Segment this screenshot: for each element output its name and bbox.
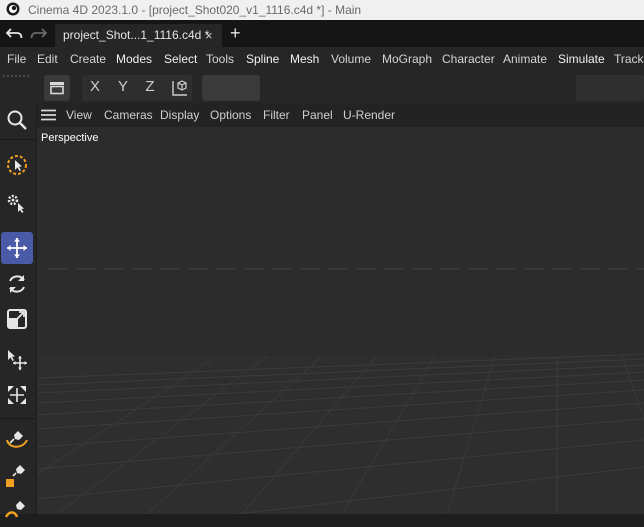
menu-mesh[interactable]: Mesh (290, 47, 319, 72)
viewport-menu-filter[interactable]: Filter (263, 103, 290, 127)
menu-animate[interactable]: Animate (503, 47, 547, 72)
spline-sketch-tool-button[interactable] (1, 459, 33, 491)
tool-divider-2 (0, 418, 36, 419)
scale-transform-tool-button[interactable] (1, 379, 33, 411)
search-tool-button[interactable] (1, 104, 33, 136)
cinema4d-logo-icon (6, 2, 20, 16)
title-bar: Cinema 4D 2023.1.0 - [project_Shot020_v1… (0, 0, 644, 20)
axis-z-button[interactable]: Z (139, 75, 161, 99)
toolbar-grip-icon[interactable] (2, 74, 32, 80)
layout-icon (50, 82, 64, 95)
gear-cursor-icon (7, 194, 24, 213)
spline-arc-tool-button[interactable] (1, 495, 33, 527)
viewport-menu-cameras[interactable]: Cameras (104, 103, 153, 127)
scale-tool-button[interactable] (1, 303, 33, 335)
pen-spline-icon (6, 431, 28, 448)
axis-x-button[interactable]: X (84, 75, 106, 99)
live-selection-tool-button[interactable] (1, 149, 33, 181)
document-tab[interactable]: project_Shot...1_1116.c4d * × (55, 24, 222, 47)
move-tool-button[interactable] (1, 232, 33, 264)
menu-tracker[interactable]: Tracker (614, 47, 644, 72)
menu-file[interactable]: File (7, 47, 26, 72)
hamburger-menu-icon[interactable] (41, 109, 56, 121)
rotate-tool-button[interactable] (1, 268, 33, 300)
viewport-camera-label[interactable]: Perspective (41, 132, 98, 144)
menu-spline[interactable]: Spline (246, 47, 279, 72)
move-arrows-icon (7, 238, 27, 258)
move-tool-options-button[interactable] (1, 187, 33, 219)
viewport-menu-options[interactable]: Options (210, 103, 251, 127)
scale-icon (7, 309, 27, 329)
menu-tools[interactable]: Tools (206, 47, 234, 72)
rotate-icon (9, 275, 25, 293)
pen-point-icon (6, 465, 25, 487)
scale-arrows-icon (8, 386, 26, 404)
viewport-menu-view[interactable]: View (66, 103, 92, 127)
window-title: Cinema 4D 2023.1.0 - [project_Shot020_v1… (28, 3, 362, 17)
new-tab-icon[interactable]: + (230, 20, 241, 47)
transform-tool-button[interactable] (1, 343, 33, 375)
live-selection-icon (7, 155, 27, 175)
close-tab-icon[interactable]: × (205, 24, 213, 47)
render-buttons-group (202, 75, 260, 101)
mode-buttons-group (576, 75, 644, 101)
menu-mograph[interactable]: MoGraph (382, 47, 432, 72)
viewport-panel: View Cameras Display Options Filter Pane… (37, 103, 644, 514)
tool-divider (0, 139, 36, 140)
floor-grid (37, 127, 644, 514)
menu-create[interactable]: Create (70, 47, 106, 72)
viewport-canvas[interactable]: Perspective (37, 127, 644, 514)
menu-edit[interactable]: Edit (37, 47, 58, 72)
main-toolbar: X Y Z (0, 72, 644, 170)
menu-select[interactable]: Select (164, 47, 197, 72)
menu-volume[interactable]: Volume (331, 47, 371, 72)
axis-y-button[interactable]: Y (112, 75, 134, 99)
redo-icon[interactable] (30, 27, 47, 40)
viewport-menu-u-render[interactable]: U-Render (343, 103, 395, 127)
search-icon (7, 110, 27, 130)
pen-arc-icon (5, 501, 25, 518)
workspace-layout-button[interactable] (44, 75, 70, 101)
spline-pen-tool-button[interactable] (1, 423, 33, 455)
transform-cursor-icon (8, 350, 27, 370)
menu-modes[interactable]: Modes (116, 47, 152, 72)
menu-simulate[interactable]: Simulate (558, 47, 605, 72)
undo-icon[interactable] (6, 27, 23, 40)
viewport-menu-display[interactable]: Display (160, 103, 199, 127)
menu-character[interactable]: Character (442, 47, 495, 72)
viewport-menu-panel[interactable]: Panel (302, 103, 333, 127)
coordinate-system-icon[interactable] (170, 79, 190, 97)
main-menu-bar: File Edit Create Modes Select Tools Spli… (0, 47, 644, 72)
document-tab-label: project_Shot...1_1116.c4d * (63, 28, 210, 42)
left-tool-palette (0, 103, 36, 518)
viewport-menu-bar: View Cameras Display Options Filter Pane… (37, 103, 644, 127)
